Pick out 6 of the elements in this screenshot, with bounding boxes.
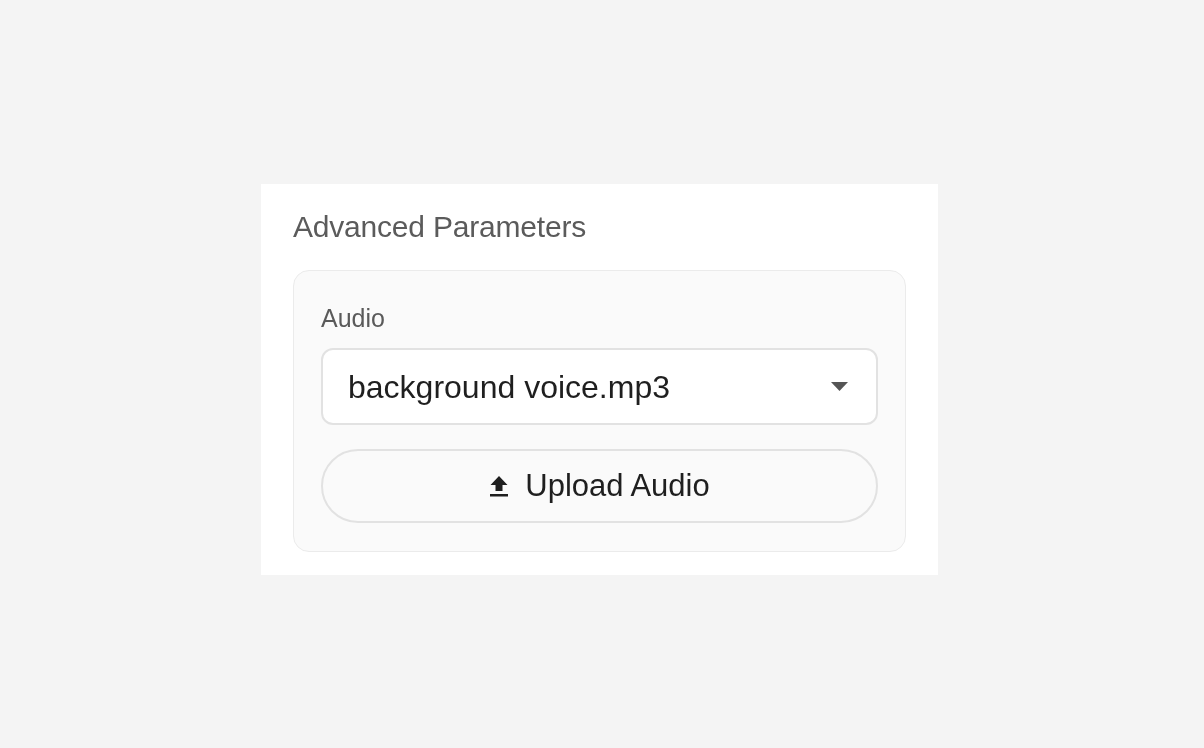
- dropdown-caret-icon: [831, 382, 848, 391]
- upload-icon: [489, 475, 510, 497]
- field-label: Audio: [321, 303, 385, 333]
- upload-button[interactable]: Upload Audio: [321, 449, 878, 523]
- audio-select[interactable]: background voice.mp3: [321, 348, 878, 425]
- section-title: Advanced Parameters: [293, 209, 587, 245]
